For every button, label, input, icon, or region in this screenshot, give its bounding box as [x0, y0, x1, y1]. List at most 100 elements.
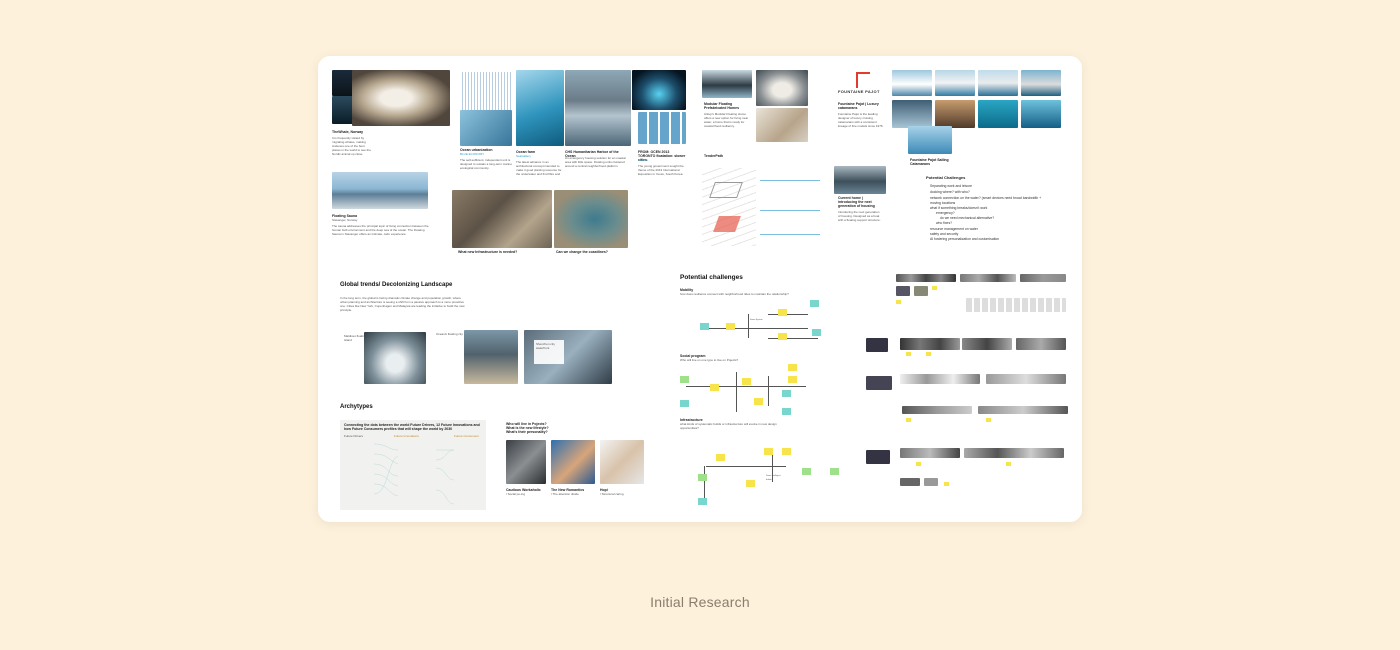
- trend-photo-3: [524, 330, 612, 384]
- flow3-node-d[interactable]: [746, 480, 755, 487]
- challenge-10: AI fostering personalization and customi…: [930, 237, 1000, 241]
- flow3-node-b[interactable]: [698, 474, 707, 481]
- col4-t2: Fountaine Pajot Sailing Catamarans: [910, 158, 949, 166]
- floating-sauna-image: [332, 172, 428, 209]
- archytype-q3: What's their personality?: [506, 430, 548, 434]
- flow2-node-f[interactable]: [680, 400, 689, 407]
- flow1-node-c[interactable]: [778, 309, 787, 316]
- g1-question: how does resilience connect with neighbo…: [680, 292, 789, 296]
- flow3-node-a[interactable]: [716, 454, 725, 461]
- infra-caption-right: Can we change the coastlines?: [556, 250, 608, 254]
- col3-t3-text: Introducing the next generation of housi…: [838, 210, 881, 222]
- col2-t4-link[interactable]: Toronto: [638, 158, 686, 162]
- flow1-node-e[interactable]: [810, 300, 819, 307]
- board-caption: Initial Research: [650, 594, 750, 610]
- flow1-node-a[interactable]: [700, 323, 709, 330]
- persona-1-sub: / Social pe-ing: [506, 492, 526, 496]
- trend-label-2: Oceanix floating city: [436, 332, 463, 336]
- sailing-catamaran-photo: [908, 126, 952, 154]
- col2-t1-text: The self-sufficient, independent unit is…: [460, 158, 512, 170]
- pod-interior-image: [756, 108, 808, 142]
- col2-t2-text: The latest advance in an architectural c…: [516, 160, 562, 176]
- card2-sub: Stavanger, Norway: [332, 218, 358, 222]
- flow3-node-g[interactable]: [802, 468, 811, 475]
- ocean-urbanization-image: [460, 110, 512, 146]
- infrastructure-photo-right: [554, 190, 628, 248]
- flow2-node-c[interactable]: [742, 378, 751, 385]
- col2-t1-link[interactable]: BLUE ECONOMY: [460, 152, 512, 156]
- modular-home-image: [702, 70, 752, 98]
- flow2-node-a[interactable]: [680, 376, 689, 383]
- flow2-node-i[interactable]: [782, 408, 791, 415]
- catamaran-photo-3: [978, 70, 1018, 96]
- trend-photo-1: [364, 332, 426, 384]
- archytype-links: [373, 443, 455, 505]
- flow3-node-c[interactable]: [698, 498, 707, 505]
- catamaran-photo-2: [935, 70, 975, 96]
- research-board[interactable]: TheWhale, Norway It is frequently visite…: [318, 56, 1082, 522]
- global-trends-title: Global trends/ Decolonizing Landscape: [340, 282, 453, 288]
- trend-label-3: Shenzhen city waterfront: [536, 342, 555, 350]
- col4-t1-text: Fountaine Pajot is the leading designer …: [838, 112, 884, 128]
- flow2-node-e[interactable]: [788, 376, 797, 383]
- challenges-title: Potential Challenges: [926, 175, 966, 180]
- flow2-node-b[interactable]: [710, 384, 719, 391]
- exploded-axonometric-diagram: [702, 168, 756, 246]
- flow1-node-b[interactable]: [726, 323, 735, 330]
- floating-house-image: [352, 70, 450, 126]
- flow3-node-f[interactable]: [782, 448, 791, 455]
- potential-challenges-title: Potential challenges: [680, 274, 743, 281]
- catamaran-photo-8: [1021, 100, 1061, 128]
- persona-2-sub: / The attention divide: [551, 492, 579, 496]
- flow2-node-h[interactable]: [782, 390, 791, 397]
- persona-3-sub: / Structural caring: [600, 492, 624, 496]
- flow3-node-e[interactable]: [764, 448, 773, 455]
- col3-t2: TenderPath: [704, 154, 723, 158]
- catamaran-photo-1: [892, 70, 932, 96]
- flow1-node-d[interactable]: [778, 333, 787, 340]
- logo-wordmark: FOUNTAINE PAJOT: [838, 89, 880, 94]
- screenshot-thumbnail-grid[interactable]: [866, 272, 1072, 502]
- challenge-1: Separating work and leisure: [930, 184, 973, 188]
- challenge-7: who fixes?: [936, 221, 953, 225]
- col4-t1: Fountaine Pajot | Luxury catamarans: [838, 102, 879, 110]
- catamaran-photo-7: [978, 100, 1018, 128]
- infrastructure-photo-left: [452, 190, 552, 248]
- col2-t2-link[interactable]: SeaGallery: [516, 154, 562, 158]
- humanitarian-harbor-image: [565, 70, 631, 146]
- catamaran-photo-5: [892, 100, 932, 128]
- challenge-3: network connection on the water? (smart …: [930, 196, 1042, 205]
- pod-home-image: [756, 70, 808, 106]
- persona-photo-1: [506, 440, 546, 484]
- trend-photo-2: [464, 330, 518, 384]
- flow3-node-h[interactable]: [830, 468, 839, 475]
- card2-text: The sauna addresses the principal topic …: [332, 224, 429, 236]
- archytypes-chart: Connecting the dots between the world Fu…: [340, 420, 486, 510]
- archytypes-title: Archytypes: [340, 404, 373, 410]
- flow2-node-d[interactable]: [788, 364, 797, 371]
- fountaine-pajot-logo-icon: [856, 72, 870, 88]
- flow2-node-g[interactable]: [754, 398, 763, 405]
- persona-photo-2: [551, 440, 595, 484]
- infra-caption-left: What new Infrastructure is needed?: [458, 250, 518, 254]
- catamaran-photo-4: [1021, 70, 1061, 96]
- water-diagrams: [760, 162, 826, 238]
- col3-t1-text: Arkup's Modular Floating Home offers a n…: [704, 112, 749, 128]
- current-home-image: [834, 166, 886, 194]
- col2-t3-text: An emergency housing solution for an coa…: [565, 156, 626, 168]
- persona-photo-3: [600, 440, 644, 484]
- flow1-node-f[interactable]: [812, 329, 821, 336]
- card1-text: It is frequently visited by migrating wh…: [332, 136, 371, 156]
- col3-t1: Modular Floating Prefabricated Homes: [704, 102, 740, 110]
- ocean-farm-image: [516, 70, 564, 146]
- challenge-2: docking where? with who?: [930, 190, 970, 194]
- g3-question: what kinds of systematic builds or infra…: [680, 422, 777, 430]
- col2-t4-text: The young government sought the theme of…: [638, 164, 684, 176]
- render-grid-image: [638, 112, 686, 144]
- catamaran-photo-6: [935, 100, 975, 128]
- global-trends-text: In the long term, the global is facing d…: [340, 296, 465, 312]
- col3-t3: Current home | introducing the next gene…: [838, 196, 875, 208]
- floating-city-night-image: [632, 70, 686, 110]
- card1-title: TheWhale, Norway: [332, 130, 364, 134]
- g2-question: Who will live on one type to live on Poj…: [680, 358, 739, 362]
